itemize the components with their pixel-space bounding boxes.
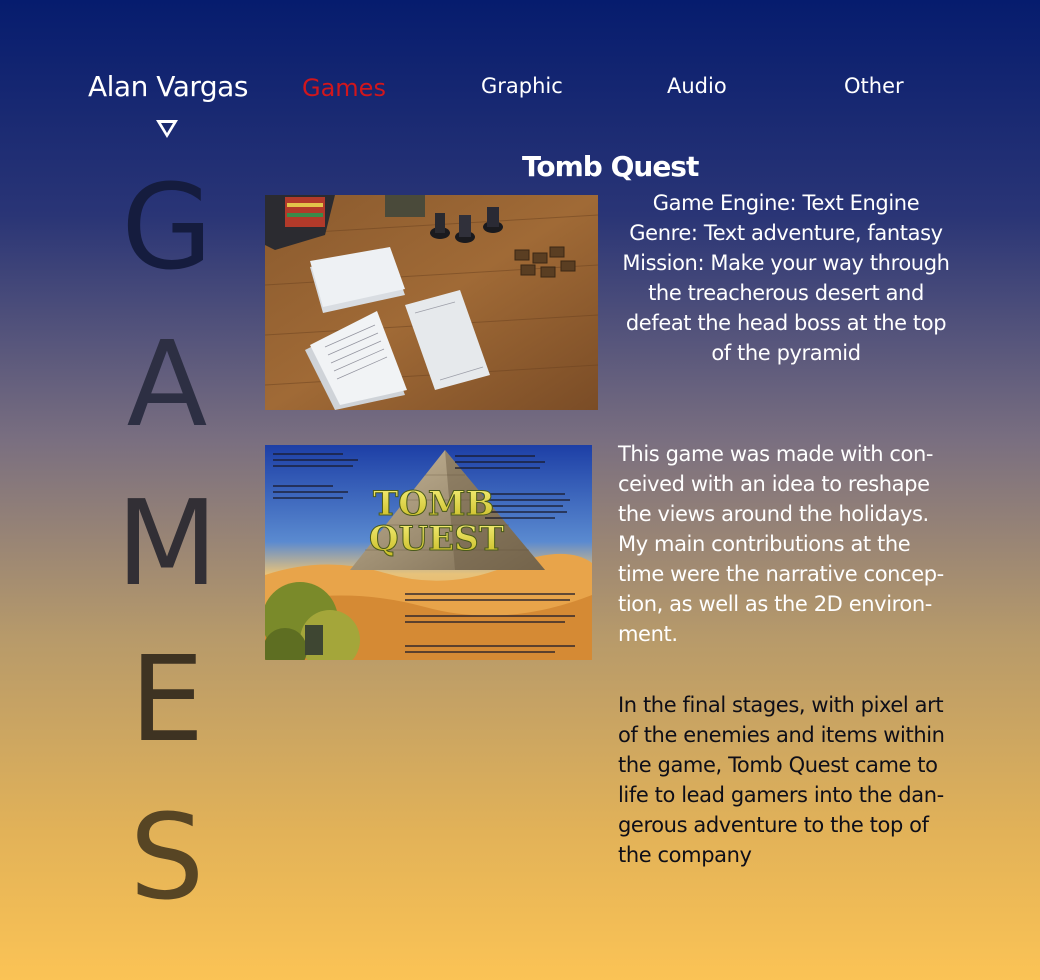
project-title: Tomb Quest — [522, 150, 699, 183]
poster-logo-quest: QUEST — [369, 519, 504, 559]
description-line: time were the narrative concep- — [618, 562, 944, 586]
tomb-quest-poster: TOMB QUEST — [265, 445, 592, 660]
side-letter-e: E — [129, 630, 205, 768]
description-line: This game was made with con- — [618, 442, 934, 466]
description-line: tion, as well as the 2D environ- — [618, 592, 932, 616]
description-line: In the final stages, with pixel art — [618, 693, 944, 717]
description-line: the game, Tomb Quest came to — [618, 753, 938, 777]
description-line: the company — [618, 843, 752, 867]
description-line: life to lead gamers into the dan- — [618, 783, 944, 807]
side-letter-m: M — [116, 474, 218, 612]
info-line: defeat the head boss at the top — [625, 311, 947, 335]
description-line: ment. — [618, 622, 678, 646]
nav-games[interactable]: Games — [302, 74, 386, 102]
info-line: Game Engine: Text Engine — [652, 191, 920, 215]
description-line: the views around the holidays. — [618, 502, 929, 526]
info-line: Genre: Text adventure, fantasy — [629, 221, 943, 245]
info-line: Mission: Make your way through — [622, 251, 950, 275]
side-letter-g: G — [121, 158, 213, 296]
nav-audio[interactable]: Audio — [667, 74, 727, 98]
description-line: My main contributions at the — [618, 532, 911, 556]
prototype-cards-photo — [265, 195, 598, 410]
description-line: ceived with an idea to reshape — [618, 472, 930, 496]
poster-logo-tomb: TOMB — [373, 484, 494, 524]
nav-graphic[interactable]: Graphic — [481, 74, 563, 98]
nav-other[interactable]: Other — [844, 74, 904, 98]
info-line: of the pyramid — [711, 341, 861, 365]
info-line: the treacherous desert and — [648, 281, 924, 305]
description-contributions: This game was made with con- ceived with… — [618, 439, 948, 649]
side-letter-s: S — [129, 788, 205, 926]
brand-name[interactable]: Alan Vargas — [88, 70, 248, 103]
dropdown-triangle-icon[interactable] — [154, 118, 180, 144]
side-letter-a: A — [126, 315, 208, 453]
game-info: Game Engine: Text Engine Genre: Text adv… — [618, 188, 954, 368]
description-line: of the enemies and items within — [618, 723, 945, 747]
description-final-stages: In the final stages, with pixel art of t… — [618, 690, 948, 870]
description-line: gerous adventure to the top of — [618, 813, 929, 837]
